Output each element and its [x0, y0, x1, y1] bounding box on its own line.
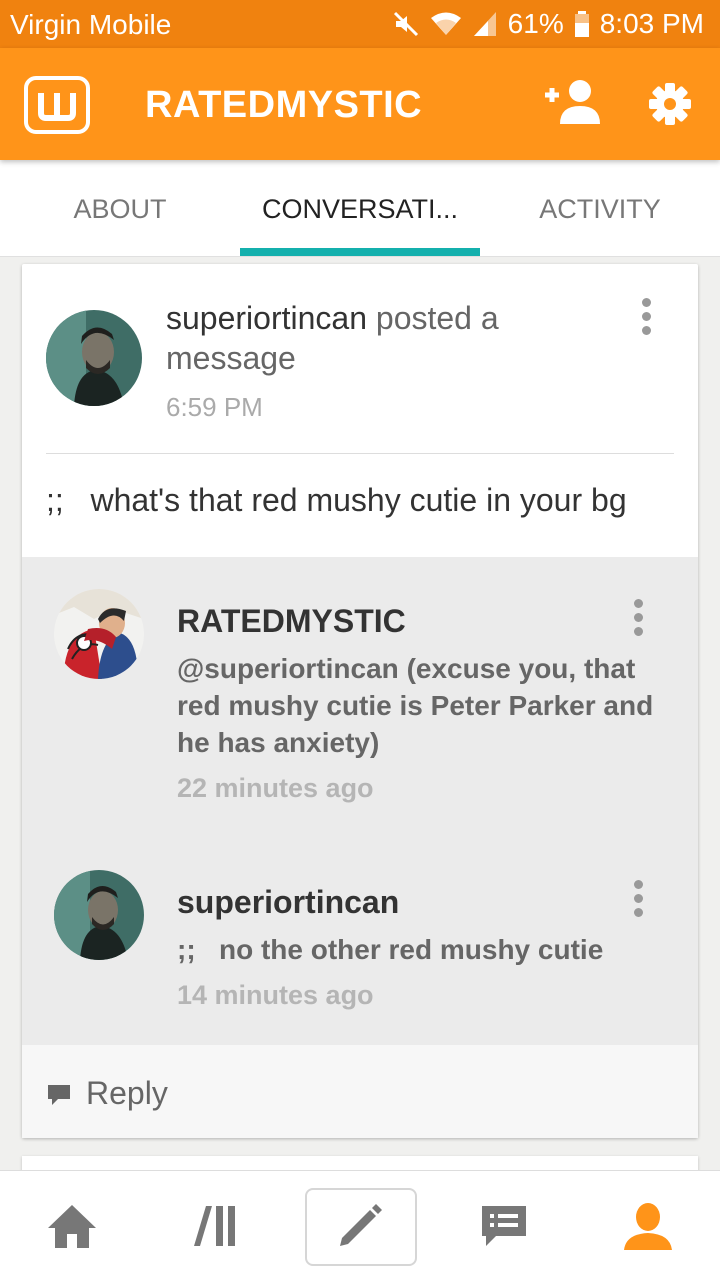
reply-more-icon[interactable] — [634, 880, 646, 922]
reply-more-icon[interactable] — [634, 599, 646, 641]
library-icon[interactable] — [144, 1171, 288, 1281]
mute-icon — [392, 10, 420, 38]
conversation-card: superiortincan posted a message 6:59 PM … — [22, 264, 698, 1138]
status-bar: Virgin Mobile 61% 8:03 PM — [0, 0, 720, 48]
clock: 8:03 PM — [599, 8, 704, 39]
profile-icon[interactable] — [576, 1171, 720, 1281]
reply-button[interactable]: Reply — [22, 1045, 698, 1138]
signal-icon — [472, 10, 498, 38]
settings-icon[interactable] — [648, 82, 692, 131]
avatar[interactable] — [54, 589, 144, 679]
reply-message: @superiortincan (excuse you, that red mu… — [177, 653, 661, 758]
avatar[interactable] — [46, 310, 142, 406]
divider — [46, 453, 674, 454]
wifi-icon — [430, 10, 462, 38]
tab-conversations[interactable]: CONVERSATI... — [240, 160, 480, 256]
tab-activity[interactable]: ACTIVITY — [480, 160, 720, 256]
wattpad-logo-icon[interactable] — [24, 76, 90, 134]
tab-about[interactable]: ABOUT — [0, 160, 240, 256]
app-bar: RATEDMYSTIC — [0, 48, 720, 160]
messages-icon[interactable] — [432, 1171, 576, 1281]
add-friend-icon[interactable] — [542, 78, 602, 131]
active-tab-indicator — [240, 248, 480, 256]
reply-label: Reply — [86, 1075, 168, 1111]
reply-message: ;; no the other red mushy cutie — [177, 934, 604, 965]
post-more-icon[interactable] — [642, 298, 654, 340]
post-header: superiortincan posted a message — [166, 298, 606, 378]
reply-timestamp: 14 minutes ago — [177, 980, 374, 1010]
profile-tabs: ABOUT CONVERSATI... ACTIVITY — [0, 160, 720, 257]
bottom-nav — [0, 1170, 720, 1281]
profile-title: RATEDMYSTIC — [145, 84, 423, 126]
post-message: ;; what's that red mushy cutie in your b… — [46, 482, 627, 518]
carrier-name: Virgin Mobile — [10, 9, 172, 40]
home-icon[interactable] — [0, 1171, 144, 1281]
battery-percent: 61% — [507, 8, 564, 39]
reply-timestamp: 22 minutes ago — [177, 773, 374, 803]
reply-username[interactable]: RATEDMYSTIC — [177, 603, 406, 640]
post-username[interactable]: superiortincan — [166, 300, 367, 336]
post-timestamp: 6:59 PM — [166, 392, 263, 422]
write-icon[interactable] — [288, 1171, 432, 1281]
reply-username[interactable]: superiortincan — [177, 884, 399, 921]
replies-list: RATEDMYSTIC @superiortincan (excuse you,… — [22, 557, 698, 1045]
avatar[interactable] — [54, 870, 144, 960]
comment-icon — [46, 1083, 72, 1112]
battery-icon — [574, 10, 590, 38]
